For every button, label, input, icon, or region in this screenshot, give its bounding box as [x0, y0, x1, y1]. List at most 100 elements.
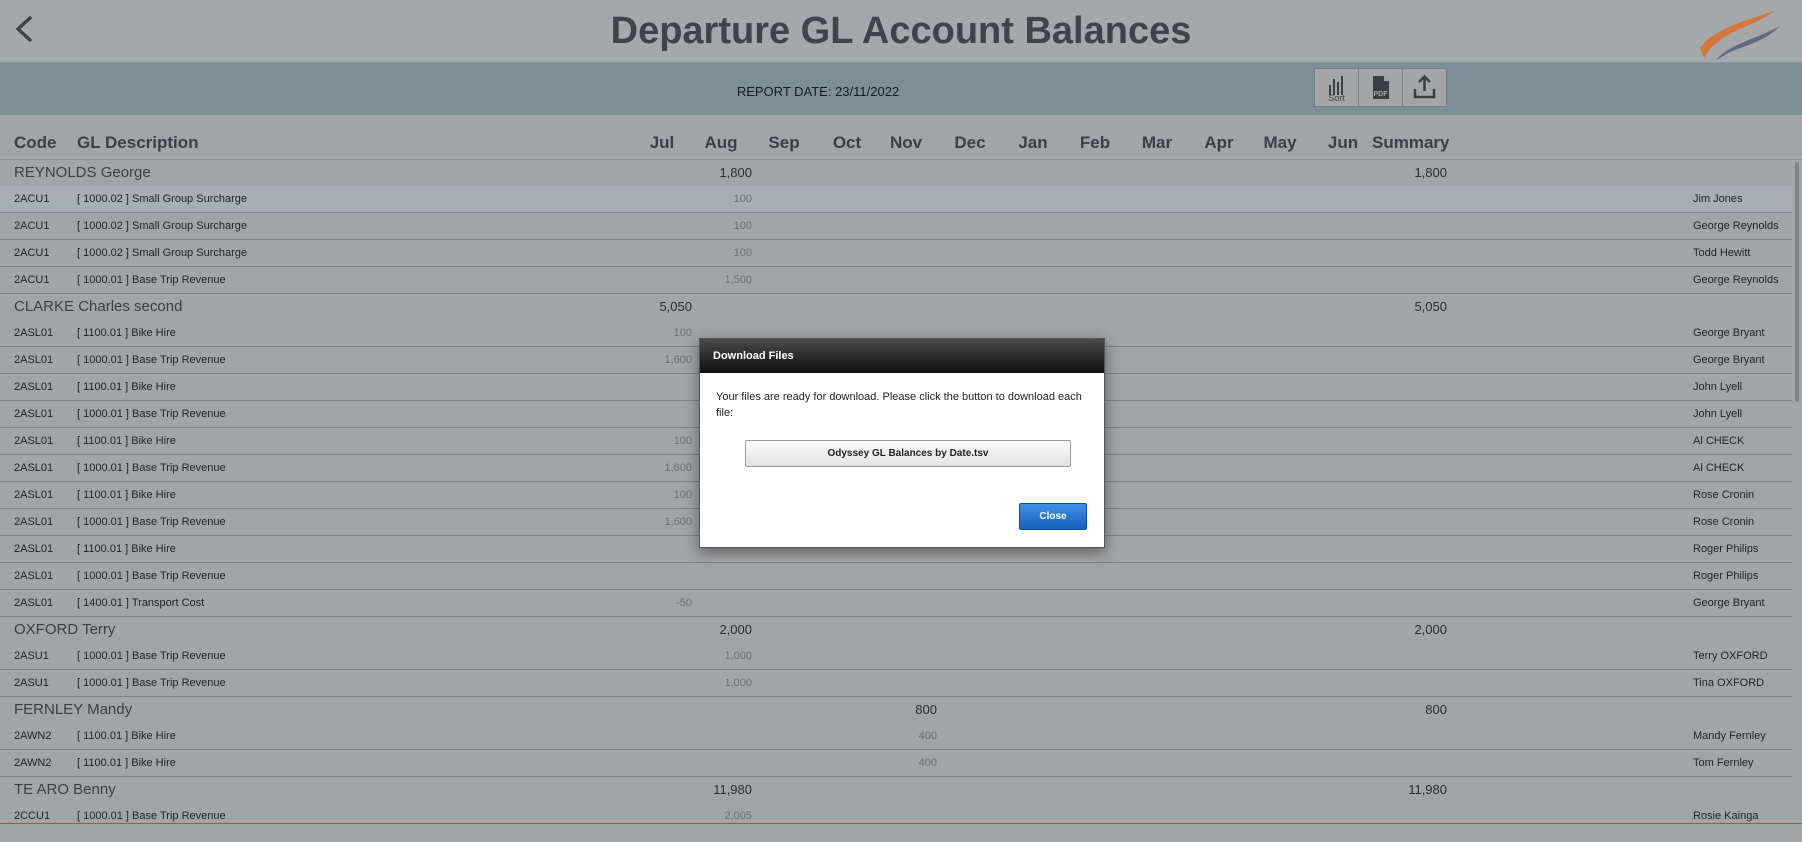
- amount-jul: -50: [676, 597, 692, 609]
- amount-aug: 100: [733, 193, 752, 205]
- group-header-row[interactable]: REYNOLDS George 1,800 1,800: [0, 160, 1792, 186]
- table-row[interactable]: 2AWN2 [ 1100.01 ] Bike Hire 400 Mandy Fernl…: [0, 723, 1792, 750]
- group-total-summary: 11,980: [1408, 782, 1447, 797]
- table-row[interactable]: 2AWN2 [ 1100.01 ] Bike Hire 400 Tom Fernley: [0, 750, 1792, 777]
- amount-aug: 1,500: [724, 274, 752, 286]
- person-name: Tom Fernley: [1693, 757, 1754, 769]
- person-name: Todd Hewitt: [1693, 247, 1751, 259]
- logo: [1696, 6, 1782, 62]
- gl-code: 2ASL01: [14, 435, 54, 447]
- table-row[interactable]: 2ACU1 [ 1000.02 ] Small Group Surcharge 10…: [0, 186, 1792, 213]
- column-header-row: Code GL Description Jul Aug Sep Oct Nov …: [0, 116, 1802, 160]
- download-file-button[interactable]: Odyssey GL Balances by Date.tsv: [745, 440, 1071, 467]
- gl-description: [ 1100.01 ] Bike Hire: [77, 327, 176, 339]
- vertical-scrollbar[interactable]: [1795, 162, 1799, 402]
- gl-code: 2ACU1: [14, 193, 50, 205]
- group-total-summary: 2,000: [1414, 622, 1447, 637]
- group-name: FERNLEY Mandy: [14, 701, 133, 718]
- gl-description: [ 1000.01 ] Base Trip Revenue: [77, 810, 226, 822]
- gl-code: 2ASL01: [14, 408, 54, 420]
- sort-button[interactable]: Sort: [1314, 68, 1359, 107]
- person-name: Jim Jones: [1693, 193, 1743, 205]
- download-files-dialog: Download Files Your files are ready for …: [699, 338, 1105, 548]
- col-oct: Oct: [832, 133, 862, 152]
- gl-code: 2ASL01: [14, 489, 54, 501]
- gl-description: [ 1000.02 ] Small Group Surcharge: [77, 220, 247, 232]
- col-aug: Aug: [704, 133, 738, 152]
- amount-aug: 100: [733, 220, 752, 232]
- report-toolbar: REPORT DATE: 23/11/2022 Sort PDF: [0, 63, 1802, 115]
- person-name: Mandy Fernley: [1693, 730, 1766, 742]
- col-summary: Summary: [1372, 133, 1450, 152]
- gl-code: 2ACU1: [14, 274, 50, 286]
- gl-code: 2ASL01: [14, 516, 54, 528]
- gl-description: [ 1400.01 ] Transport Cost: [77, 597, 205, 609]
- group-name: OXFORD Terry: [14, 621, 116, 638]
- group-header-row[interactable]: FERNLEY Mandy 800 800: [0, 697, 1792, 723]
- gl-description: [ 1000.02 ] Small Group Surcharge: [77, 247, 247, 259]
- gl-code: 2ASL01: [14, 543, 54, 555]
- amount-jul: 100: [673, 327, 692, 339]
- page-title: Departure GL Account Balances: [610, 10, 1192, 52]
- group-total-summary: 5,050: [1414, 299, 1447, 314]
- table-row[interactable]: 2ACU1 [ 1000.02 ] Small Group Surcharge 10…: [0, 240, 1792, 267]
- group-total-aug: 1,800: [719, 165, 752, 180]
- group-name: CLARKE Charles second: [14, 298, 183, 315]
- col-gl-description: GL Description: [77, 133, 199, 152]
- close-button[interactable]: Close: [1019, 503, 1087, 530]
- person-name: Roger Philips: [1693, 570, 1759, 582]
- gl-code: 2CCU1: [14, 810, 51, 822]
- group-header-row[interactable]: CLARKE Charles second 5,050 5,050: [0, 294, 1792, 320]
- col-mar: Mar: [1141, 133, 1173, 152]
- gl-description: [ 1000.01 ] Base Trip Revenue: [77, 570, 226, 582]
- person-name: Al CHECK: [1693, 462, 1745, 474]
- table-row[interactable]: 2ACU1 [ 1000.01 ] Base Trip Revenue 1,500 G…: [0, 267, 1792, 294]
- gl-description: [ 1000.01 ] Base Trip Revenue: [77, 408, 226, 420]
- amount-jul: 1,600: [664, 516, 692, 528]
- col-apr: Apr: [1204, 133, 1234, 152]
- person-name: John Lyell: [1693, 408, 1743, 420]
- group-total-summary: 800: [1425, 702, 1447, 717]
- group-header-row[interactable]: TE ARO Benny 11,980 11,980: [0, 777, 1792, 803]
- amount-jul: 100: [673, 489, 692, 501]
- amount-aug: 1,000: [724, 650, 752, 662]
- table-row[interactable]: 2ASU1 [ 1000.01 ] Base Trip Revenue 1,000 T…: [0, 670, 1792, 697]
- person-name: George Reynolds: [1693, 274, 1779, 286]
- gl-code: 2ASU1: [14, 650, 49, 662]
- col-jul: Jul: [649, 133, 675, 152]
- person-name: Terry OXFORD: [1693, 650, 1768, 662]
- person-name: George Reynolds: [1693, 220, 1779, 232]
- person-name: Rose Cronin: [1693, 516, 1755, 528]
- gl-description: [ 1000.01 ] Base Trip Revenue: [77, 354, 226, 366]
- gl-code: 2ASL01: [14, 327, 54, 339]
- person-name: George Bryant: [1693, 597, 1765, 609]
- col-jan: Jan: [1018, 133, 1048, 152]
- gl-description: [ 1000.01 ] Base Trip Revenue: [77, 274, 226, 286]
- amount-nov: 400: [918, 757, 937, 769]
- table-row[interactable]: 2ASL01 [ 1400.01 ] Transport Cost -50 Georg…: [0, 590, 1792, 617]
- person-name: Rose Cronin: [1693, 489, 1755, 501]
- table-row[interactable]: 2ACU1 [ 1000.02 ] Small Group Surcharge 10…: [0, 213, 1792, 240]
- gl-code: 2ACU1: [14, 220, 50, 232]
- table-row[interactable]: 2ASL01 [ 1000.01 ] Base Trip Revenue Roger…: [0, 563, 1792, 590]
- group-total-jul: 5,050: [659, 299, 692, 314]
- header-bar: Departure GL Account Balances: [0, 0, 1802, 63]
- export-button[interactable]: [1402, 68, 1447, 107]
- gl-description: [ 1000.01 ] Base Trip Revenue: [77, 462, 226, 474]
- gl-code: 2ASU1: [14, 677, 49, 689]
- person-name: Rosie Kainga: [1693, 810, 1759, 822]
- person-name: George Bryant: [1693, 354, 1765, 366]
- group-name: REYNOLDS George: [14, 164, 151, 181]
- group-header-row[interactable]: OXFORD Terry 2,000 2,000: [0, 617, 1792, 643]
- person-name: George Bryant: [1693, 327, 1765, 339]
- table-row[interactable]: 2ASU1 [ 1000.01 ] Base Trip Revenue 1,000 T…: [0, 643, 1792, 670]
- person-name: Al CHECK: [1693, 435, 1745, 447]
- col-sep: Sep: [768, 133, 800, 152]
- gl-description: [ 1100.01 ] Bike Hire: [77, 489, 176, 501]
- table-row[interactable]: 2CCU1 [ 1000.01 ] Base Trip Revenue 2,005 R…: [0, 803, 1792, 828]
- pdf-button[interactable]: PDF: [1358, 68, 1403, 107]
- gl-description: [ 1100.01 ] Bike Hire: [77, 381, 176, 393]
- gl-code: 2ASL01: [14, 381, 54, 393]
- gl-code: 2AWN2: [14, 757, 52, 769]
- amount-aug: 100: [733, 247, 752, 259]
